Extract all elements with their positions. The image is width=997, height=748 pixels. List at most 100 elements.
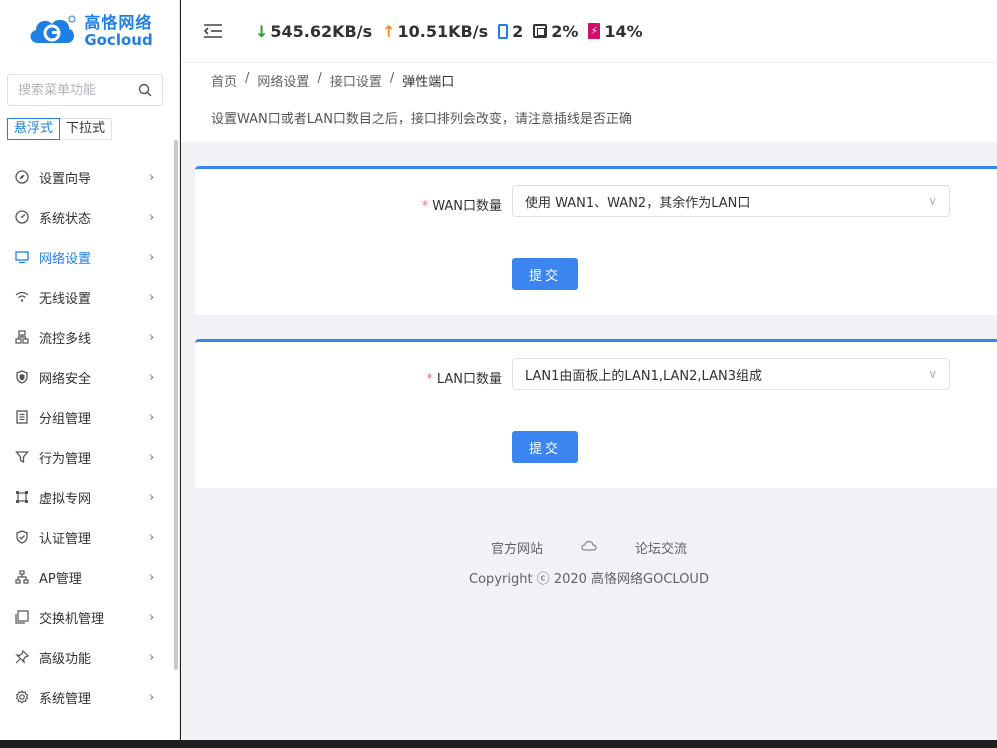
chevron-right-icon: ›: [149, 650, 154, 664]
device-count-value: 2: [512, 21, 524, 41]
chevron-right-icon: ›: [149, 330, 154, 344]
sidebar-item-label: 高级功能: [39, 651, 92, 667]
upload-speed: ↑ 10.51KB/s: [382, 22, 488, 41]
chevron-right-icon: ›: [149, 210, 154, 224]
breadcrumb-separator: /: [317, 71, 322, 86]
wan-count-label-text: WAN口数量: [432, 199, 502, 214]
memory-icon: ⚡: [588, 23, 601, 39]
upload-speed-value: 10.51KB/s: [397, 21, 489, 41]
pin-icon: [14, 649, 30, 665]
chevron-right-icon: ›: [149, 450, 154, 464]
breadcrumb: 首页 / 网络设置 / 接口设置 / 弹性端口: [211, 71, 454, 90]
lan-submit-button[interactable]: 提交: [512, 431, 578, 463]
arrow-up-icon: ↑: [382, 21, 396, 41]
chevron-right-icon: ›: [149, 170, 154, 184]
wan-count-card: * WAN口数量 使用 WAN1、WAN2，其余作为LAN口 ∨ 提交: [195, 166, 997, 315]
compass-icon: [14, 169, 30, 185]
chevron-down-icon: ∨: [928, 367, 937, 381]
copyright: Copyright ⓒ 2020 高恪网络GOCLOUD: [469, 572, 709, 587]
tab-dropdown[interactable]: 下拉式: [60, 118, 113, 140]
breadcrumb-home[interactable]: 首页: [211, 71, 237, 90]
sidebar-item-label: 虚拟专网: [39, 491, 92, 507]
sidebar-item-switch-management[interactable]: 交换机管理 ›: [0, 597, 172, 637]
sidebar-item-system-management[interactable]: 系统管理 ›: [0, 677, 172, 717]
sidebar-item-label: 系统管理: [39, 691, 92, 707]
gocloud-logo-icon: [30, 15, 76, 43]
page-header: 首页 / 网络设置 / 接口设置 / 弹性端口 设置WAN口或者LAN口数目之后…: [181, 62, 997, 142]
shield-check-icon: [14, 529, 30, 545]
chevron-right-icon: ›: [149, 570, 154, 584]
sidebar-item-label: 流控多线: [39, 331, 92, 347]
sidebar-menu: 设置向导 › 系统状态 › 网络设置 › 无线设置 › 流控多线 › 网络安全 …: [0, 157, 172, 717]
logo-cn-text: 高恪网络: [84, 12, 153, 32]
sidebar-item-wireless-settings[interactable]: 无线设置 ›: [0, 277, 172, 317]
logo[interactable]: 高恪网络 Gocloud: [0, 0, 179, 62]
chevron-right-icon: ›: [149, 530, 154, 544]
cpu-usage: 2%: [533, 22, 578, 41]
chevron-right-icon: ›: [149, 370, 154, 384]
download-speed: ↓ 545.62KB/s: [255, 22, 372, 41]
phone-icon: [498, 23, 509, 39]
breadcrumb-current: 弹性端口: [402, 75, 455, 90]
sidebar-item-vpn[interactable]: 虚拟专网 ›: [0, 477, 172, 517]
lan-count-select[interactable]: LAN1由面板上的LAN1,LAN2,LAN3组成 ∨: [512, 358, 950, 390]
sidebar-item-network-settings[interactable]: 网络设置 ›: [0, 237, 172, 277]
sidebar-item-label: 分组管理: [39, 411, 92, 427]
wan-count-label: * WAN口数量: [422, 195, 502, 214]
chevron-right-icon: ›: [149, 290, 154, 304]
cloud-icon: [581, 540, 597, 556]
sidebar-item-auth-management[interactable]: 认证管理 ›: [0, 517, 172, 557]
page-notice: 设置WAN口或者LAN口数目之后，接口排列会改变，请注意插线是否正确: [211, 112, 632, 127]
dashboard-icon: [14, 209, 30, 225]
required-mark: *: [426, 372, 433, 387]
logo-en-text: Gocloud: [84, 30, 153, 49]
sidebar-item-flow-control[interactable]: 流控多线 ›: [0, 317, 172, 357]
sidebar-item-label: 系统状态: [39, 211, 92, 227]
forum-link[interactable]: 论坛交流: [635, 538, 687, 557]
vpn-icon: [14, 489, 30, 505]
wan-count-value: 使用 WAN1、WAN2，其余作为LAN口: [525, 195, 751, 211]
sidebar-item-behavior-management[interactable]: 行为管理 ›: [0, 437, 172, 477]
chevron-right-icon: ›: [149, 610, 154, 624]
search-icon[interactable]: [138, 83, 152, 97]
sidebar-item-setup-wizard[interactable]: 设置向导 ›: [0, 157, 172, 197]
menu-collapse-icon[interactable]: [203, 19, 227, 43]
breadcrumb-separator: /: [389, 71, 395, 86]
sidebar-scrollbar[interactable]: [174, 140, 178, 670]
chevron-right-icon: ›: [149, 690, 154, 704]
sidebar-item-label: AP管理: [39, 571, 82, 587]
lan-count-value: LAN1由面板上的LAN1,LAN2,LAN3组成: [525, 368, 762, 384]
sidebar-item-network-security[interactable]: 网络安全 ›: [0, 357, 172, 397]
sidebar-item-group-management[interactable]: 分组管理 ›: [0, 397, 172, 437]
cpu-icon: [533, 24, 548, 38]
sidebar-item-label: 交换机管理: [39, 611, 105, 627]
network-icon: [14, 329, 30, 345]
sidebar-item-ap-management[interactable]: AP管理 ›: [0, 557, 172, 597]
gear-icon: [14, 689, 30, 705]
chevron-right-icon: ›: [149, 490, 154, 504]
wan-submit-button[interactable]: 提交: [512, 258, 578, 290]
status-stats: ↓ 545.62KB/s ↑ 10.51KB/s 2 2% ⚡ 14%: [255, 22, 653, 41]
memory-usage-value: 14%: [604, 21, 643, 41]
topology-icon: [14, 569, 30, 585]
breadcrumb-interface-settings[interactable]: 接口设置: [330, 71, 382, 90]
official-site-link[interactable]: 官方网站: [491, 538, 543, 557]
lan-count-label: * LAN口数量: [426, 368, 502, 387]
chevron-right-icon: ›: [149, 410, 154, 424]
sidebar-item-label: 认证管理: [39, 531, 92, 547]
breadcrumb-network-settings[interactable]: 网络设置: [257, 71, 309, 90]
sidebar-item-label: 网络设置: [39, 251, 92, 267]
download-speed-value: 545.62KB/s: [270, 21, 373, 41]
sidebar-item-advanced-features[interactable]: 高级功能 ›: [0, 637, 172, 677]
sidebar-item-label: 无线设置: [39, 291, 92, 307]
search-input[interactable]: [18, 82, 138, 98]
cpu-usage-value: 2%: [551, 21, 579, 41]
switch-icon: [14, 609, 30, 625]
wan-count-select[interactable]: 使用 WAN1、WAN2，其余作为LAN口 ∨: [512, 185, 950, 217]
top-header: ↓ 545.62KB/s ↑ 10.51KB/s 2 2% ⚡ 14%: [181, 0, 997, 62]
sidebar-item-system-status[interactable]: 系统状态 ›: [0, 197, 172, 237]
tab-floating[interactable]: 悬浮式: [7, 118, 61, 140]
arrow-down-icon: ↓: [255, 21, 269, 41]
sidebar-item-label: 设置向导: [39, 171, 92, 187]
chevron-right-icon: ›: [149, 250, 154, 264]
